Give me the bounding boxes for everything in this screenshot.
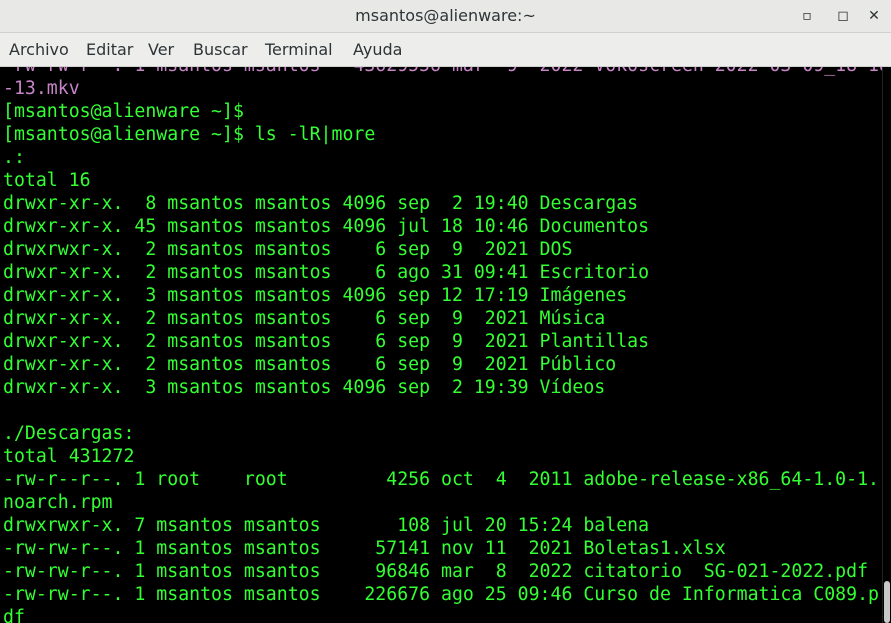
vertical-scrollbar[interactable]	[882, 67, 891, 623]
maximize-button[interactable]: ◻	[831, 4, 855, 28]
menu-buscar[interactable]: Buscar	[191, 33, 250, 66]
terminal-line: .:	[3, 147, 25, 168]
terminal-line: -rw-rw-r--. 1 msantos msantos 43629556 m…	[3, 67, 883, 77]
terminal-line: total 431272	[3, 446, 135, 467]
close-button[interactable]: ✕	[862, 4, 886, 28]
menu-ver[interactable]: Ver	[146, 33, 176, 66]
terminal-line: -rw-rw-r--. 1 msantos msantos 57141 nov …	[3, 538, 726, 559]
terminal-line: total 16	[3, 170, 91, 191]
terminal-line: -rw-r--r--. 1 root root 4256 oct 4 2011 …	[3, 469, 879, 490]
menu-ayuda[interactable]: Ayuda	[351, 33, 404, 66]
menu-archivo[interactable]: Archivo	[7, 33, 71, 66]
terminal-line: drwxr-xr-x. 2 msantos msantos 6 sep 9 20…	[3, 354, 617, 375]
window-title: msantos@alienware:~	[355, 6, 536, 25]
terminal-line: drwxr-xr-x. 2 msantos msantos 6 sep 9 20…	[3, 331, 650, 352]
terminal-line: [msantos@alienware ~]$ ls -lR|more	[3, 124, 376, 145]
terminal-line: drwxr-xr-x. 3 msantos msantos 4096 sep 2…	[3, 377, 606, 398]
menu-bar: Archivo Editar Ver Buscar Terminal Ayuda	[0, 33, 891, 67]
terminal-line: drwxr-xr-x. 2 msantos msantos 6 sep 9 20…	[3, 308, 606, 329]
terminal-line: drwxrwxr-x. 2 msantos msantos 6 sep 9 20…	[3, 239, 573, 260]
menu-editar[interactable]: Editar	[84, 33, 135, 66]
terminal-line: drwxr-xr-x. 45 msantos msantos 4096 jul …	[3, 216, 650, 237]
terminal-line: drwxr-xr-x. 3 msantos msantos 4096 sep 1…	[3, 285, 628, 306]
terminal-line: ./Descargas:	[3, 423, 135, 444]
terminal-window: msantos@alienware:~ ▫ ◻ ✕ Archivo Editar…	[0, 0, 891, 623]
terminal-line: drwxr-xr-x. 2 msantos msantos 6 ago 31 0…	[3, 262, 650, 283]
title-bar[interactable]: msantos@alienware:~ ▫ ◻ ✕	[0, 0, 891, 33]
terminal-line: drwxrwxr-x. 7 msantos msantos 108 jul 20…	[3, 515, 650, 536]
terminal-line: df	[3, 607, 25, 623]
terminal-line: -rw-rw-r--. 1 msantos msantos 96846 mar …	[3, 561, 869, 582]
terminal-line: -rw-rw-r--. 1 msantos msantos 226676 ago…	[3, 584, 879, 605]
terminal-line: [msantos@alienware ~]$	[3, 101, 244, 122]
terminal-line: drwxr-xr-x. 8 msantos msantos 4096 sep 2…	[3, 193, 639, 214]
terminal-output[interactable]: -rw-rw-r--. 1 msantos msantos 43629556 m…	[0, 67, 883, 623]
menu-terminal[interactable]: Terminal	[263, 33, 335, 66]
minimize-button[interactable]: ▫	[795, 4, 819, 28]
terminal-line: noarch.rpm	[3, 492, 113, 513]
terminal-line: -13.mkv	[3, 78, 80, 99]
scrollbar-thumb[interactable]	[884, 581, 890, 623]
